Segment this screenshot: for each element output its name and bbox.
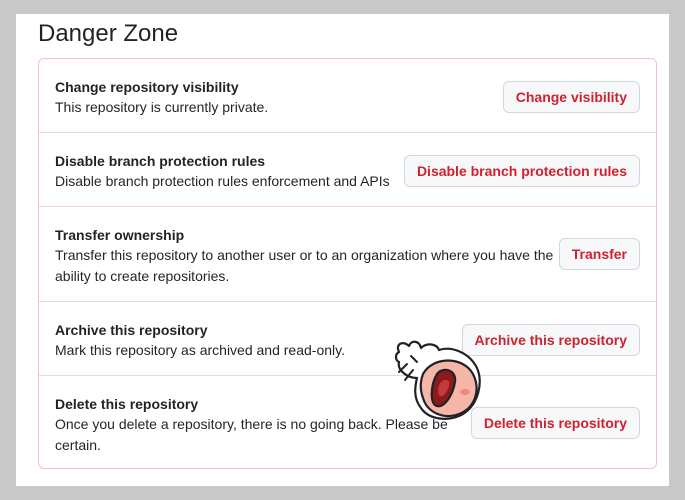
row-description-line-2: certain. [55, 437, 101, 453]
row-description: This repository is currently private. [55, 99, 269, 115]
row-title: Change repository visibility [55, 79, 239, 95]
row-title: Delete this repository [55, 396, 199, 412]
disable-branch-protection-button[interactable]: Disable branch protection rules [403, 155, 640, 187]
row-description-line-1: Once you delete a repository, there is n… [55, 416, 448, 432]
danger-zone-box: Change repository visibility This reposi… [38, 58, 657, 469]
delete-row: Delete this repository Once you delete a… [39, 376, 656, 468]
archive-repository-button[interactable]: Archive this repository [461, 324, 640, 356]
row-title: Disable branch protection rules [55, 153, 266, 169]
settings-page: Danger Zone Change repository visibility… [16, 14, 669, 486]
branch-protection-row: Disable branch protection rules Disable … [39, 133, 656, 207]
visibility-row: Change repository visibility This reposi… [39, 59, 656, 133]
delete-repository-button[interactable]: Delete this repository [470, 407, 640, 439]
change-visibility-button[interactable]: Change visibility [502, 81, 640, 113]
row-title: Transfer ownership [55, 227, 185, 243]
row-description-line-2: ability to create repositories. [55, 268, 230, 284]
transfer-ownership-row: Transfer ownership Transfer this reposit… [39, 207, 656, 302]
row-description-line-1: Transfer this repository to another user… [55, 247, 554, 263]
transfer-button[interactable]: Transfer [558, 238, 640, 270]
row-description: Mark this repository as archived and rea… [55, 342, 345, 358]
screaming-peach-sticker-icon [394, 340, 481, 420]
row-title: Archive this repository [55, 322, 208, 338]
archive-row: Archive this repository Mark this reposi… [39, 302, 656, 376]
page-title: Danger Zone [38, 20, 179, 47]
row-description: Disable branch protection rules enforcem… [55, 173, 390, 189]
